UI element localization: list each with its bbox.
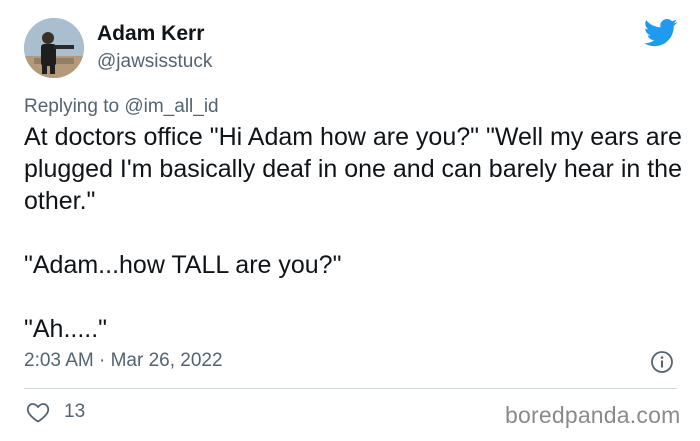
tweet-text-paragraph: At doctors office "Hi Adam how are you?"… — [24, 123, 682, 215]
tweet-card: Adam Kerr @jawsisstuck Replying to @im_a… — [0, 0, 700, 441]
twitter-bird-icon[interactable] — [644, 18, 678, 48]
author-handle[interactable]: @jawsisstuck — [97, 51, 212, 73]
info-icon[interactable] — [650, 350, 674, 374]
tweet-text-paragraph: "Adam...how TALL are you?" — [24, 251, 342, 279]
heart-icon[interactable] — [26, 401, 50, 423]
tweet-timestamp[interactable]: 2:03 AM · Mar 26, 2022 — [24, 350, 223, 372]
replying-to: Replying to @im_all_id — [24, 96, 219, 118]
tweet-text: At doctors office "Hi Adam how are you?"… — [24, 121, 684, 345]
divider — [24, 388, 677, 389]
tweet-text-paragraph: "Ah....." — [24, 315, 108, 343]
author-display-name[interactable]: Adam Kerr — [97, 22, 204, 46]
watermark: boredpanda.com — [505, 402, 681, 428]
avatar[interactable] — [24, 18, 84, 78]
like-count: 13 — [64, 401, 86, 422]
replying-to-label: Replying to — [24, 96, 125, 117]
reply-mention-link[interactable]: @im_all_id — [124, 96, 218, 117]
